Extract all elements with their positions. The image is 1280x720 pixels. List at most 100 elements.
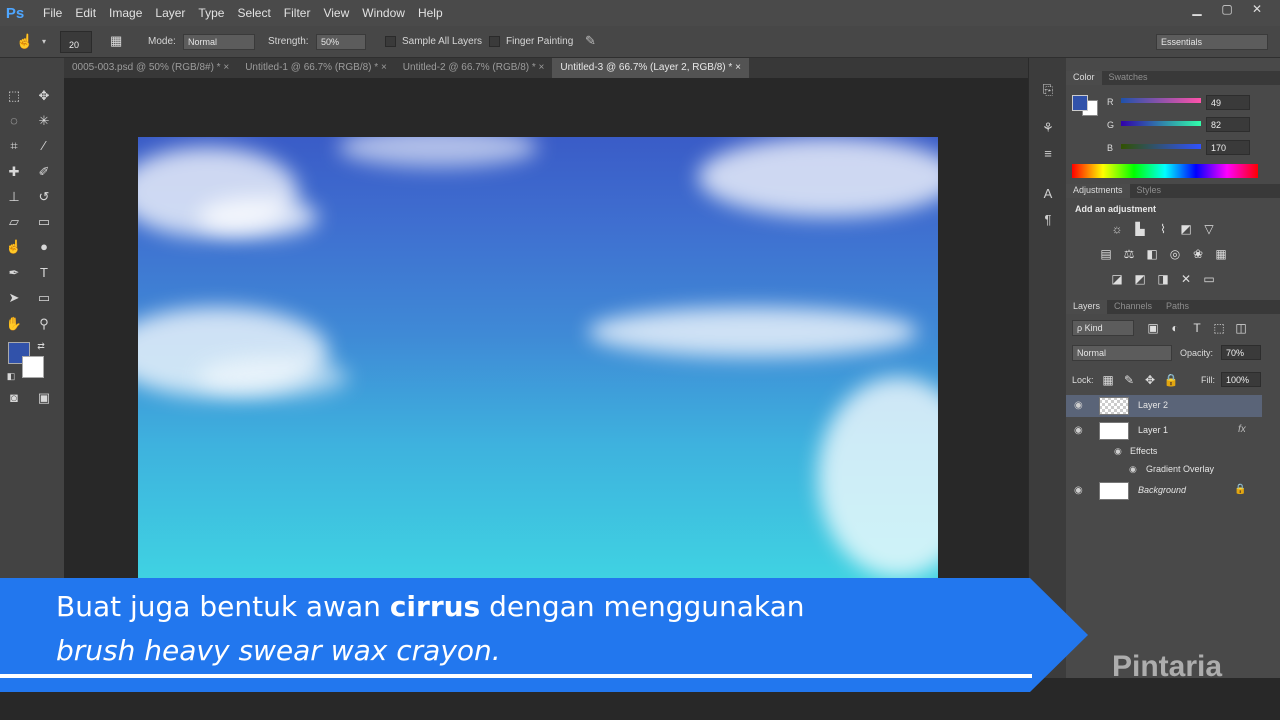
- workspace-select[interactable]: Essentials: [1156, 34, 1268, 50]
- g-slider[interactable]: [1121, 121, 1201, 126]
- clone-stamp-tool-icon[interactable]: ⊥: [3, 187, 25, 207]
- menu-file[interactable]: File: [43, 6, 62, 20]
- healing-brush-tool-icon[interactable]: ✚: [3, 162, 25, 182]
- fx-icon[interactable]: fx: [1238, 424, 1246, 435]
- swap-colors-icon[interactable]: ⇄: [30, 336, 52, 356]
- eyedropper-tool-icon[interactable]: ⁄: [33, 136, 55, 156]
- brush-preset-picker[interactable]: 20: [60, 31, 92, 53]
- gradient-map-icon[interactable]: ▭: [1201, 272, 1217, 286]
- screen-mode-icon[interactable]: ▣: [33, 388, 55, 408]
- brightness-contrast-icon[interactable]: ☼: [1109, 222, 1125, 236]
- layer-name[interactable]: Layer 1: [1138, 425, 1168, 435]
- chevron-down-icon[interactable]: ▾: [42, 37, 46, 46]
- b-slider[interactable]: [1121, 144, 1201, 149]
- type-tool-icon[interactable]: T: [33, 263, 55, 283]
- brush-panel-icon[interactable]: ▦: [110, 33, 122, 49]
- filter-type-icon[interactable]: T: [1189, 321, 1205, 335]
- brush-settings-icon[interactable]: ≡: [1038, 146, 1058, 166]
- vibrance-icon[interactable]: ▽: [1201, 222, 1217, 236]
- menu-filter[interactable]: Filter: [284, 6, 311, 20]
- fill-input[interactable]: 100%: [1221, 372, 1261, 387]
- b-value[interactable]: 170: [1206, 140, 1250, 155]
- r-slider[interactable]: [1121, 98, 1201, 103]
- lock-transparent-icon[interactable]: ▦: [1100, 373, 1116, 387]
- foreground-color-chip[interactable]: [1072, 95, 1088, 111]
- filter-adjustment-icon[interactable]: ◐: [1167, 321, 1183, 335]
- tab-layers[interactable]: Layers: [1066, 300, 1108, 314]
- background-color-swatch[interactable]: [22, 356, 44, 378]
- eraser-tool-icon[interactable]: ▱: [3, 212, 25, 232]
- smudge-tool-icon[interactable]: ☝: [16, 33, 33, 50]
- color-balance-icon[interactable]: ⚖: [1121, 247, 1137, 261]
- tab-swatches[interactable]: Swatches: [1102, 71, 1155, 85]
- threshold-icon[interactable]: ◨: [1155, 272, 1171, 286]
- blend-mode-select[interactable]: Normal: [1072, 345, 1172, 361]
- menu-edit[interactable]: Edit: [75, 6, 96, 20]
- eye-icon[interactable]: ◉: [1074, 425, 1083, 436]
- tab-adjustments[interactable]: Adjustments: [1066, 184, 1130, 198]
- lock-image-icon[interactable]: ✎: [1121, 373, 1137, 387]
- dodge-tool-icon[interactable]: ●: [33, 237, 55, 257]
- curves-icon[interactable]: ⌇: [1155, 222, 1171, 236]
- layer-row[interactable]: ◉ Layer 2: [1066, 395, 1262, 417]
- hue-saturation-icon[interactable]: ▤: [1098, 247, 1114, 261]
- r-value[interactable]: 49: [1206, 95, 1250, 110]
- smudge-tool-icon[interactable]: ☝: [3, 237, 25, 257]
- tab-styles[interactable]: Styles: [1130, 184, 1169, 198]
- menu-view[interactable]: View: [323, 6, 349, 20]
- black-white-icon[interactable]: ◧: [1144, 247, 1160, 261]
- hand-tool-icon[interactable]: ✋: [3, 314, 25, 334]
- menu-layer[interactable]: Layer: [155, 6, 185, 20]
- gradient-tool-icon[interactable]: ▭: [33, 212, 55, 232]
- close-button[interactable]: ✕: [1242, 0, 1272, 20]
- crop-tool-icon[interactable]: ⌗: [3, 136, 25, 156]
- quick-mask-icon[interactable]: ◙: [3, 388, 25, 408]
- brush-tool-icon[interactable]: ✐: [33, 162, 55, 182]
- tab-document-3[interactable]: Untitled-2 @ 66.7% (RGB/8) * ×: [395, 58, 553, 78]
- menu-type[interactable]: Type: [198, 6, 224, 20]
- pen-tool-icon[interactable]: ✒: [3, 263, 25, 283]
- tab-document-1[interactable]: 0005-003.psd @ 50% (RGB/8#) * ×: [64, 58, 237, 78]
- menu-window[interactable]: Window: [362, 6, 405, 20]
- lasso-tool-icon[interactable]: ◌: [3, 111, 25, 131]
- default-colors-icon[interactable]: ◧: [0, 366, 22, 386]
- posterize-icon[interactable]: ◩: [1132, 272, 1148, 286]
- finger-painting-checkbox[interactable]: [489, 36, 500, 47]
- eye-icon[interactable]: ◉: [1129, 464, 1137, 475]
- invert-icon[interactable]: ◪: [1109, 272, 1125, 286]
- minimize-button[interactable]: ▁: [1182, 0, 1212, 20]
- tab-channels[interactable]: Channels: [1107, 300, 1159, 314]
- eye-icon[interactable]: ◉: [1074, 400, 1083, 411]
- filter-smart-object-icon[interactable]: ◫: [1233, 321, 1249, 335]
- lock-position-icon[interactable]: ✥: [1142, 373, 1158, 387]
- sample-all-layers-checkbox[interactable]: [385, 36, 396, 47]
- pressure-icon[interactable]: ✎: [585, 33, 596, 49]
- channel-mixer-icon[interactable]: ❀: [1190, 247, 1206, 261]
- g-value[interactable]: 82: [1206, 117, 1250, 132]
- menu-image[interactable]: Image: [109, 6, 142, 20]
- tab-paths[interactable]: Paths: [1159, 300, 1196, 314]
- lock-all-icon[interactable]: 🔒: [1163, 373, 1179, 387]
- marquee-tool-icon[interactable]: ⬚: [3, 86, 25, 106]
- selective-color-icon[interactable]: ✕: [1178, 272, 1194, 286]
- eye-icon[interactable]: ◉: [1114, 446, 1122, 457]
- tab-document-4[interactable]: Untitled-3 @ 66.7% (Layer 2, RGB/8) * ×: [552, 58, 749, 78]
- layer-row[interactable]: ◉ Background 🔒: [1066, 480, 1262, 502]
- history-icon[interactable]: ⎘: [1038, 82, 1058, 102]
- menu-help[interactable]: Help: [418, 6, 443, 20]
- layer-name[interactable]: Background: [1138, 485, 1186, 495]
- opacity-input[interactable]: 70%: [1221, 345, 1261, 360]
- zoom-tool-icon[interactable]: ⚲: [33, 314, 55, 334]
- character-icon[interactable]: A: [1038, 186, 1058, 206]
- brush-presets-icon[interactable]: ⚘: [1038, 120, 1058, 140]
- color-spectrum-ramp[interactable]: [1072, 164, 1258, 178]
- menu-select[interactable]: Select: [237, 6, 270, 20]
- layer-kind-filter[interactable]: ρ Kind: [1072, 320, 1134, 336]
- tab-color[interactable]: Color: [1066, 71, 1102, 85]
- shape-tool-icon[interactable]: ▭: [33, 288, 55, 308]
- gradient-overlay-row[interactable]: ◉ Gradient Overlay: [1066, 462, 1262, 478]
- paragraph-icon[interactable]: ¶: [1038, 212, 1058, 232]
- eye-icon[interactable]: ◉: [1074, 485, 1083, 496]
- layer-row[interactable]: ◉ Layer 1 fx: [1066, 420, 1262, 442]
- filter-pixel-icon[interactable]: ▣: [1145, 321, 1161, 335]
